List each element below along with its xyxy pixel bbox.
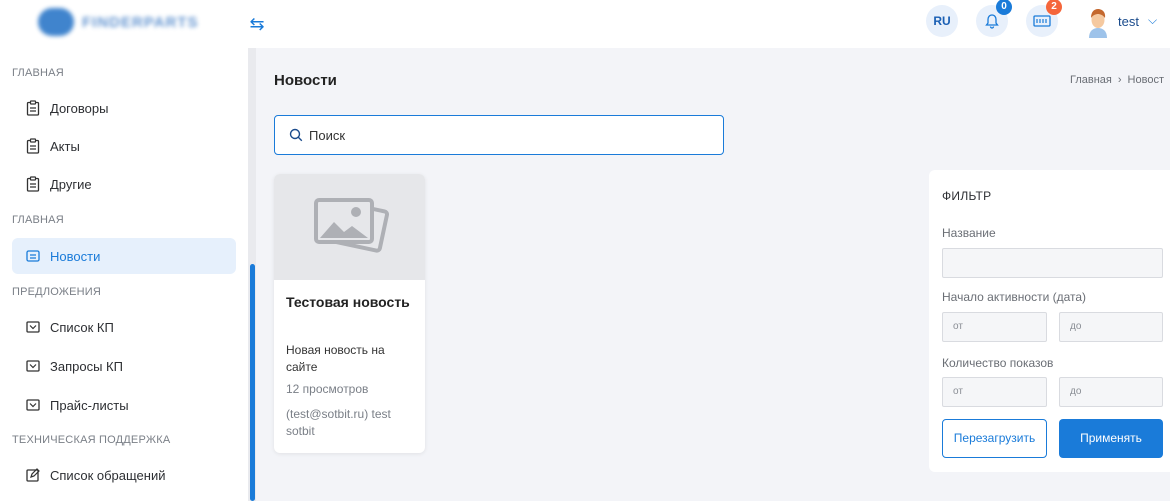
filter-shows-label: Количество показов (942, 356, 1054, 370)
filter-date-from[interactable]: от (942, 312, 1047, 342)
sidebar: ГЛАВНАЯ Договоры Акты Другие ГЛАВНАЯ Нов… (0, 48, 248, 501)
sidebar-section-title: ТЕХНИЧЕСКАЯ ПОДДЕРЖКА (12, 434, 171, 446)
sidebar-item-label: Список обращений (50, 467, 166, 483)
search-icon (289, 128, 303, 142)
cart-icon (1033, 15, 1051, 27)
user-name[interactable]: test (1118, 14, 1139, 29)
inbox-icon (26, 321, 40, 333)
sidebar-item-label: Список КП (50, 319, 114, 335)
breadcrumb-separator-icon: › (1117, 74, 1122, 86)
sidebar-item-price-lists[interactable]: Прайс-листы (12, 387, 236, 423)
filter-title: ФИЛЬТР (942, 189, 992, 203)
cart-button[interactable]: 2 (1026, 0, 1062, 37)
sidebar-item-tickets[interactable]: Список обращений (12, 457, 236, 493)
sidebar-item-label: Другие (50, 176, 92, 192)
notifications-button[interactable]: 0 (976, 0, 1012, 37)
edit-icon (26, 468, 40, 482)
sidebar-scrollbar-thumb[interactable] (250, 264, 255, 501)
sidebar-section-title: ГЛАВНАЯ (12, 67, 64, 79)
clipboard-icon (26, 176, 40, 192)
filter-name-label: Название (942, 226, 996, 240)
filter-shows-to[interactable]: до (1059, 377, 1163, 407)
news-preview-text: Новая новость на сайте (286, 343, 385, 374)
breadcrumb: Главная › Новост (1070, 74, 1164, 86)
apply-button[interactable]: Применять (1059, 419, 1163, 458)
page-title: Новости (274, 72, 337, 89)
filter-date-to[interactable]: до (1059, 312, 1163, 342)
sidebar-item-news[interactable]: Новости (12, 238, 236, 274)
sidebar-section-title: ПРЕДЛОЖЕНИЯ (12, 286, 102, 298)
sidebar-item-contracts[interactable]: Договоры (12, 90, 236, 126)
reset-button[interactable]: Перезагрузить (942, 419, 1047, 458)
search-input[interactable] (309, 127, 689, 143)
filter-name-input[interactable] (942, 248, 1163, 278)
filter-shows-from[interactable]: от (942, 377, 1047, 407)
news-icon (26, 250, 40, 262)
sidebar-item-label: Договоры (50, 100, 109, 116)
news-image-placeholder (274, 174, 425, 280)
clipboard-icon (26, 100, 40, 116)
image-placeholder-icon (313, 198, 389, 253)
cart-badge: 2 (1046, 0, 1062, 15)
news-card[interactable]: Тестовая новость Новая новость на сайте … (274, 174, 425, 453)
news-title[interactable]: Тестовая новость (286, 290, 416, 314)
filter-date-label: Начало активности (дата) (942, 290, 1087, 304)
breadcrumb-current: Новост (1127, 74, 1164, 86)
sidebar-item-label: Запросы КП (50, 358, 123, 374)
news-views: 12 просмотров (286, 382, 369, 396)
sidebar-item-acts[interactable]: Акты (12, 128, 236, 164)
logo[interactable]: FINDERPARTS (38, 8, 213, 36)
logo-mark-icon (38, 8, 74, 36)
search-box[interactable] (274, 115, 724, 155)
notifications-badge: 0 (996, 0, 1012, 15)
avatar[interactable] (1085, 8, 1111, 38)
top-header: FINDERPARTS ⇆ RU 0 2 test ⌵ (0, 0, 1170, 48)
clipboard-icon (26, 138, 40, 154)
bell-icon (985, 14, 999, 29)
sidebar-item-label: Новости (50, 248, 101, 264)
filter-panel: ФИЛЬТР Название Начало активности (дата)… (929, 170, 1170, 472)
logo-text: FINDERPARTS (82, 13, 199, 31)
sidebar-item-offer-requests[interactable]: Запросы КП (12, 348, 236, 384)
sidebar-item-other[interactable]: Другие (12, 166, 236, 202)
news-author: (test@sotbit.ru) test sotbit (286, 407, 391, 438)
inbox-icon (26, 360, 40, 372)
chevron-down-icon[interactable]: ⌵ (1148, 13, 1157, 28)
breadcrumb-home[interactable]: Главная (1070, 74, 1112, 86)
inbox-icon (26, 399, 40, 411)
sidebar-section-title: ГЛАВНАЯ (12, 214, 64, 226)
sidebar-item-label: Акты (50, 138, 80, 154)
sidebar-item-offers-list[interactable]: Список КП (12, 309, 236, 345)
sidebar-toggle-icon[interactable]: ⇆ (245, 12, 269, 36)
sidebar-item-label: Прайс-листы (50, 397, 129, 413)
language-button[interactable]: RU (926, 5, 958, 37)
